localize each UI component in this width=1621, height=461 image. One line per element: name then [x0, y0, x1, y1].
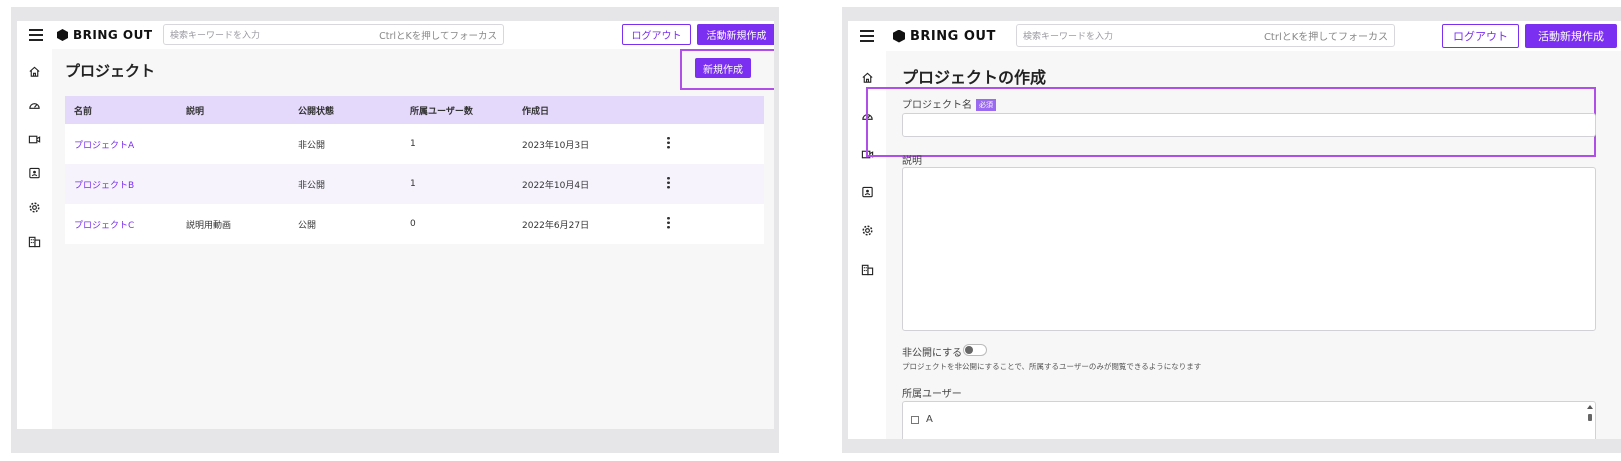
home-icon[interactable]	[848, 71, 886, 84]
project-created-date: 2022年6月27日	[513, 204, 658, 244]
logout-button[interactable]: ログアウト	[1442, 24, 1519, 48]
project-created-date: 2023年10月3日	[513, 124, 658, 164]
main-content: プロジェクト 新規作成 名前 説明 公開状態 所属ユーザー数 作成日 プロジェク…	[52, 49, 774, 429]
column-header[interactable]: 公開状態	[289, 96, 401, 124]
gear-icon[interactable]	[848, 224, 886, 237]
left-screenshot: BRING OUT 検索キーワードを入力 CtrlとKを押してフォーカス ログア…	[11, 7, 779, 453]
project-name-link[interactable]: プロジェクトB	[65, 164, 177, 204]
right-screenshot: BRING OUT 検索キーワードを入力 CtrlとKを押してフォーカス ログア…	[842, 7, 1621, 453]
create-activity-button[interactable]: 活動新規作成	[697, 24, 774, 45]
top-bar: BRING OUT 検索キーワードを入力 CtrlとKを押してフォーカス ログア…	[17, 21, 774, 49]
member-checkbox[interactable]	[911, 416, 919, 424]
brand-logo[interactable]: BRING OUT	[57, 28, 153, 42]
video-icon[interactable]	[17, 133, 52, 146]
search-input[interactable]: 検索キーワードを入力 CtrlとKを押してフォーカス	[1016, 24, 1395, 47]
search-placeholder: 検索キーワードを入力	[1023, 32, 1114, 42]
table-row[interactable]: プロジェクトA 非公開 1 2023年10月3日	[65, 124, 764, 164]
project-name-label: プロジェクト名 必須	[902, 96, 996, 111]
table-row[interactable]: プロジェクトB 非公開 1 2022年10月4日	[65, 164, 764, 204]
project-member-count: 0	[401, 204, 513, 244]
project-status: 非公開	[289, 164, 401, 204]
main-content: プロジェクトの作成 プロジェクト名 必須 説明 非公開にする プロジェクトを非公開…	[866, 51, 1621, 439]
menu-icon[interactable]	[29, 29, 43, 41]
sidebar	[17, 49, 52, 429]
column-header[interactable]: 作成日	[513, 96, 658, 124]
column-header[interactable]: 所属ユーザー数	[401, 96, 513, 124]
column-header[interactable]: 説明	[177, 96, 289, 124]
table-header-row: 名前 説明 公開状態 所属ユーザー数 作成日	[65, 96, 764, 124]
brand-logo[interactable]: BRING OUT	[893, 29, 996, 44]
search-shortcut-hint: CtrlとKを押してフォーカス	[1263, 32, 1388, 43]
logo-icon	[57, 29, 68, 41]
project-member-count: 1	[401, 164, 513, 204]
row-actions	[658, 204, 764, 244]
column-header[interactable]: 名前	[65, 96, 177, 124]
scrollbar-thumb[interactable]	[1588, 414, 1592, 421]
members-label: 所属ユーザー	[902, 389, 962, 400]
project-name-link[interactable]: プロジェクトA	[65, 124, 177, 164]
description-textarea[interactable]	[902, 167, 1596, 331]
building-icon[interactable]	[17, 235, 52, 248]
search-input[interactable]: 検索キーワードを入力 CtrlとKを押してフォーカス	[163, 24, 504, 45]
members-list: A	[902, 401, 1596, 439]
project-created-date: 2022年10月4日	[513, 164, 658, 204]
project-status: 非公開	[289, 124, 401, 164]
search-shortcut-hint: CtrlとKを押してフォーカス	[379, 30, 497, 42]
brand-name: BRING OUT	[73, 28, 153, 42]
member-option-label: A	[926, 414, 933, 425]
required-badge: 必須	[976, 99, 996, 111]
page-title: プロジェクトの作成	[902, 68, 1047, 87]
private-help-text: プロジェクトを非公開にすることで、所属するユーザーのみが閲覧できるようになります	[902, 362, 1202, 371]
logo-icon	[893, 29, 905, 43]
brand-name: BRING OUT	[910, 28, 996, 44]
logout-button[interactable]: ログアウト	[622, 24, 691, 45]
project-status: 公開	[289, 204, 401, 244]
actions-header	[658, 96, 764, 124]
right-app-window: BRING OUT 検索キーワードを入力 CtrlとKを押してフォーカス ログア…	[848, 21, 1621, 439]
home-icon[interactable]	[17, 65, 52, 78]
row-actions	[658, 124, 764, 164]
project-description	[177, 164, 289, 204]
page-title: プロジェクト	[65, 62, 156, 80]
scroll-up-arrow-icon[interactable]	[1587, 405, 1593, 409]
left-app-window: BRING OUT 検索キーワードを入力 CtrlとKを押してフォーカス ログア…	[17, 21, 774, 429]
project-table: 名前 説明 公開状態 所属ユーザー数 作成日 プロジェクトA 非公開 1 202…	[65, 96, 764, 244]
search-placeholder: 検索キーワードを入力	[170, 31, 261, 41]
project-member-count: 1	[401, 124, 513, 164]
private-toggle-label: 非公開にする	[902, 348, 963, 359]
project-name-input[interactable]	[902, 113, 1596, 137]
user-badge-icon[interactable]	[17, 167, 52, 180]
building-icon[interactable]	[848, 263, 886, 276]
description-label: 説明	[902, 156, 922, 167]
project-name-label-text: プロジェクト名	[902, 100, 972, 111]
project-description: 説明用動画	[177, 204, 289, 244]
dashboard-icon[interactable]	[17, 99, 52, 112]
highlight-new-button	[680, 49, 774, 90]
more-options-icon[interactable]	[667, 176, 670, 189]
more-options-icon[interactable]	[667, 216, 670, 229]
create-activity-button[interactable]: 活動新規作成	[1525, 24, 1617, 48]
row-actions	[658, 164, 764, 204]
gear-icon[interactable]	[17, 201, 52, 214]
private-toggle[interactable]	[963, 344, 987, 356]
project-name-link[interactable]: プロジェクトC	[65, 204, 177, 244]
more-options-icon[interactable]	[667, 136, 670, 149]
user-badge-icon[interactable]	[848, 186, 886, 199]
project-description	[177, 124, 289, 164]
table-row[interactable]: プロジェクトC 説明用動画 公開 0 2022年6月27日	[65, 204, 764, 244]
top-bar: BRING OUT 検索キーワードを入力 CtrlとKを押してフォーカス ログア…	[848, 21, 1621, 51]
menu-icon[interactable]	[860, 30, 874, 42]
